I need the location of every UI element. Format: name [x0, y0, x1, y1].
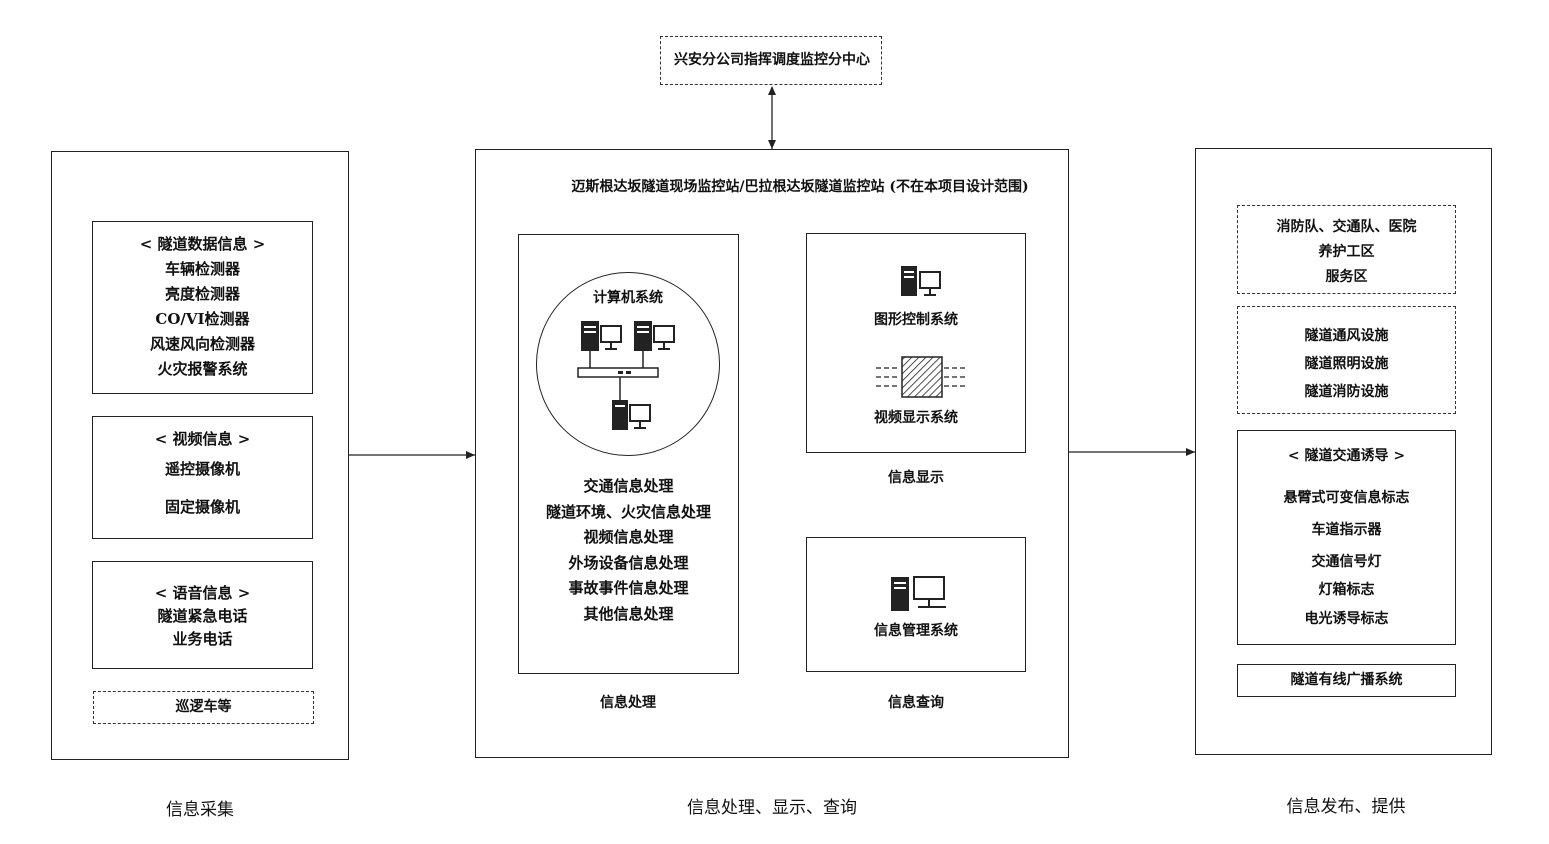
server-icon [581, 321, 622, 351]
computer-icon [612, 400, 651, 430]
list-item: 风速风向检测器 [149, 335, 255, 353]
video-wall-icon [876, 356, 968, 398]
patrol-label: 巡逻车等 [175, 699, 232, 715]
list-item: 隧道紧急电话 [157, 607, 248, 625]
processing-list: 交通信息处理 隧道环境、火灾信息处理 视频信息处理 外场设备信息处理 事故事件信… [518, 474, 739, 627]
release-caption: 信息发布、提供 [1286, 797, 1406, 817]
list-item: 车辆检测器 [164, 260, 240, 278]
list-item: 遥控摄像机 [164, 460, 240, 478]
list-item: 车道指示器 [1311, 522, 1382, 538]
list-item: 事故事件信息处理 [568, 579, 689, 597]
list-item: 业务电话 [172, 630, 233, 648]
processing-caption: 信息处理 [600, 695, 656, 711]
list-item: 服务区 [1325, 269, 1368, 285]
list-item: 外场设备信息处理 [568, 553, 689, 572]
list-item: 视频信息处理 [583, 528, 674, 546]
list-item: 消防队、交通队、医院 [1276, 219, 1417, 235]
list-item: 隧道照明设施 [1304, 356, 1389, 372]
control-center-title: 兴安分公司指挥调度监控分中心 [674, 52, 870, 68]
collection-caption: 信息采集 [166, 800, 234, 820]
list-item: 其他信息处理 [583, 604, 674, 623]
network-diagram [577, 321, 675, 430]
video-display-label: 视频显示系统 [874, 410, 958, 426]
site-station-header: 迈斯根达坂隧道现场监控站/巴拉根达坂隧道监控站 (不在本项目设计范围) [571, 179, 1029, 195]
control-center-box: 兴安分公司指挥调度监控分中心 [660, 36, 882, 85]
voice-info-heading: < 语音信息 > [154, 584, 251, 602]
patrol-box: 巡逻车等 [93, 691, 314, 724]
computer-system-label: 计算机系统 [593, 290, 663, 306]
tunnel-data-heading: < 隧道数据信息 > [139, 235, 266, 253]
facilities-box: 隧道通风设施 隧道照明设施 隧道消防设施 [1237, 306, 1456, 414]
tunnel-data-box: < 隧道数据信息 > 车辆检测器 亮度检测器 CO/VI检测器 风速风向检测器 … [92, 221, 313, 394]
display-caption: 信息显示 [888, 470, 944, 486]
list-item: 电光诱导标志 [1304, 611, 1389, 627]
query-caption: 信息查询 [888, 695, 944, 711]
broadcast-box: 隧道有线广播系统 [1237, 664, 1456, 697]
computer-icon [901, 266, 941, 296]
info-management-label: 信息管理系统 [874, 623, 958, 639]
workstation-icon [891, 576, 946, 611]
list-item: 灯箱标志 [1318, 582, 1375, 598]
video-info-heading: < 视频信息 > [154, 430, 251, 448]
video-info-box: < 视频信息 > 遥控摄像机 固定摄像机 [92, 416, 313, 539]
traffic-guidance-box: < 隧道交通诱导 > 悬臂式可变信息标志 车道指示器 交通信号灯 灯箱标志 电光… [1237, 430, 1456, 645]
list-item: 隧道环境、火灾信息处理 [545, 502, 711, 521]
list-item: 隧道消防设施 [1304, 384, 1389, 400]
list-item: 交通信息处理 [583, 477, 674, 495]
list-item: 交通信号灯 [1311, 554, 1382, 570]
list-item: 隧道通风设施 [1304, 328, 1389, 344]
list-item: CO/VI检测器 [155, 310, 250, 328]
list-item: 养护工区 [1318, 244, 1375, 260]
processing-display-query-caption: 信息处理、显示、查询 [687, 798, 857, 818]
broadcast-label: 隧道有线广播系统 [1290, 672, 1403, 688]
list-item: 亮度检测器 [164, 285, 240, 303]
agencies-box: 消防队、交通队、医院 养护工区 服务区 [1237, 205, 1456, 294]
server-icon [634, 321, 675, 351]
graphic-control-label: 图形控制系统 [874, 312, 958, 328]
voice-info-box: < 语音信息 > 隧道紧急电话 业务电话 [92, 561, 313, 669]
list-item: 悬臂式可变信息标志 [1283, 490, 1410, 506]
traffic-guidance-heading: < 隧道交通诱导 > [1287, 448, 1406, 464]
list-item: 火灾报警系统 [157, 360, 248, 378]
list-item: 固定摄像机 [164, 498, 240, 516]
